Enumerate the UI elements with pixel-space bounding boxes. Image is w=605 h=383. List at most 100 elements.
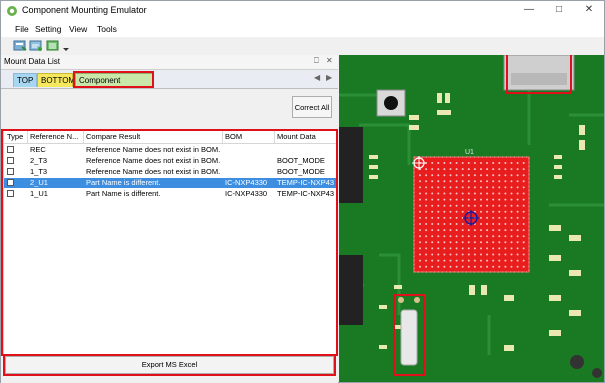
panel-title: Mount Data List [4,57,61,66]
compare-icon[interactable] [29,39,43,52]
panel-close-icon[interactable]: ✕ [326,56,333,65]
menu-setting[interactable]: Setting [35,24,61,34]
ic-pad [467,162,470,164]
ic-pad [425,223,428,225]
ic-pad [431,204,434,207]
ic-pad [449,241,452,244]
ic-pad [437,204,440,207]
ic-pad [425,235,428,238]
ic-pad [504,253,507,256]
tab-top[interactable]: TOP [13,73,37,87]
ic-pad [516,162,519,164]
ic-pad [510,186,513,189]
ic-pad [467,265,470,268]
window-title: Component Mounting Emulator [22,5,147,15]
dropdown-arrow-icon[interactable] [62,39,70,52]
ic-pad [431,168,434,171]
ic-pad [419,265,421,268]
ic-pad [522,198,525,201]
ic-pad [419,186,421,189]
panel-header: Mount Data List ⎕ ✕ [1,55,338,70]
ic-pad [480,229,482,232]
ic-pad [467,186,470,189]
tab-top-label: TOP [17,76,34,85]
ic-pad [455,210,458,213]
ic-pad [510,247,513,250]
minimize-icon[interactable]: — [519,3,539,17]
app-icon [7,6,17,16]
menu-view[interactable]: View [69,24,87,34]
ic-pad [486,210,489,213]
ic-pad [498,198,501,201]
ic-pad [473,229,476,232]
tab-prev-icon[interactable]: ◀ [314,73,320,82]
ic-pad [486,229,489,232]
ic-pad [449,210,452,213]
ic-pad [486,186,489,189]
ic-pad [504,168,507,171]
ic-pad [480,235,482,238]
ic-pad [437,180,440,183]
ic-pad [486,253,489,256]
ic-pad [504,186,507,189]
ic-pad [431,186,434,189]
ic-pad [449,180,452,183]
ic-pad [522,180,525,183]
menu-tools[interactable]: Tools [97,24,117,34]
close-icon[interactable]: ✕ [579,3,599,17]
ic-pad [510,253,513,256]
ic-pad [480,180,482,183]
ic-pad [449,174,452,177]
ic-pad [504,198,507,201]
ic-pad [455,192,458,195]
ic-pad [443,241,446,244]
ic-pad [425,192,428,195]
maximize-icon[interactable]: □ [549,3,569,17]
ic-pad [486,241,489,244]
ic-pad [516,198,519,201]
export-icon[interactable] [46,39,60,52]
pin-icon[interactable]: ⎕ [314,56,319,66]
ic-pad [437,223,440,225]
ic-pad [425,265,428,268]
ic-pad [492,241,495,244]
ic-pad [425,216,428,219]
pcb-board-view[interactable]: U1 [339,55,604,382]
ic-pad [522,241,525,244]
ic-pad [504,180,507,183]
ic-pad [504,265,507,268]
ic-pad [480,168,482,171]
ic-pad [480,247,482,250]
ic-pad [480,265,482,268]
ic-pad [492,192,495,195]
ic-pad [461,265,464,268]
ic-pad [467,247,470,250]
menu-file[interactable]: File [15,24,29,34]
ic-pad [443,253,446,256]
menu-bar: File Setting View Tools [1,21,604,37]
ic-pad [510,210,513,213]
ic-pad [419,259,421,262]
ic-pad [504,247,507,250]
ic-pad [443,174,446,177]
ic-pad [516,192,519,195]
pcb-canvas[interactable]: U1 [339,55,604,382]
open-file-icon[interactable] [13,39,27,52]
ic-pad [461,174,464,177]
ic-pad [498,180,501,183]
correct-all-button[interactable]: Correct All [292,96,332,118]
ic-pad [455,174,458,177]
ic-pad [516,253,519,256]
ic-pad [449,168,452,171]
ic-pad [522,247,525,250]
tab-next-icon[interactable]: ▶ [326,73,332,82]
ic-pad [419,210,421,213]
chip-label: U1 [465,149,474,156]
ic-pad [498,259,501,262]
ic-pad [443,235,446,238]
tab-bottom[interactable]: BOTTOM [37,73,75,87]
ic-pad [504,241,507,244]
ic-pad [467,235,470,238]
ic-pad [522,186,525,189]
ic-pad [473,168,476,171]
